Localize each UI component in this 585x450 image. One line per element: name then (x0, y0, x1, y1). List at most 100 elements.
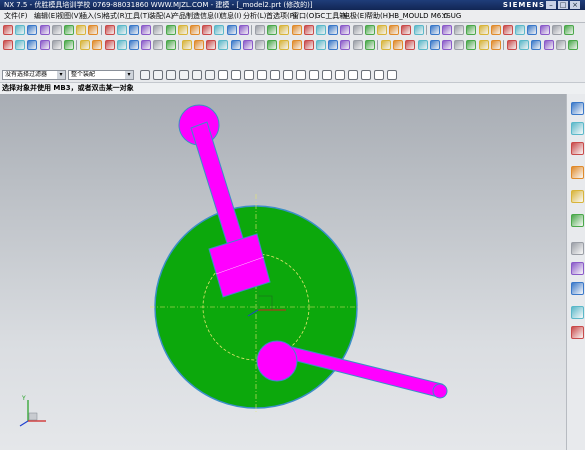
toolbar-tool-icon[interactable] (454, 25, 465, 35)
toolbar-tool-icon[interactable] (429, 40, 440, 50)
toolbar-tool-icon[interactable] (442, 40, 452, 50)
toolbar-tool-icon[interactable] (417, 40, 428, 50)
toolbar-tool-icon[interactable] (352, 25, 363, 35)
snap-point-icon[interactable] (257, 70, 267, 80)
toolbar-tool-icon[interactable] (177, 25, 188, 35)
resource-tab-icon[interactable] (571, 326, 584, 339)
toolbar-tool-icon[interactable] (202, 25, 213, 35)
snap-point-icon[interactable] (296, 70, 306, 80)
snap-point-icon[interactable] (361, 70, 371, 80)
toolbar-tool-icon[interactable] (3, 40, 13, 50)
menu-ysug[interactable]: YSUG (442, 10, 461, 22)
toolbar-tool-icon[interactable] (116, 40, 127, 50)
toolbar-tool-icon[interactable] (568, 40, 578, 50)
toolbar-tool-icon[interactable] (303, 25, 314, 35)
toolbar-tool-icon[interactable] (88, 25, 99, 35)
snap-point-icon[interactable] (205, 70, 215, 80)
toolbar-tool-icon[interactable] (442, 25, 452, 35)
resource-tab-icon[interactable] (571, 306, 584, 319)
toolbar-tool-icon[interactable] (328, 40, 339, 50)
selection-scope-select[interactable]: 整个装配 ▾ (68, 70, 134, 80)
toolbar-tool-icon[interactable] (466, 40, 477, 50)
toolbar-tool-icon[interactable] (92, 40, 103, 50)
toolbar-tool-icon[interactable] (393, 40, 404, 50)
toolbar-tool-icon[interactable] (153, 25, 164, 35)
toolbar-tool-icon[interactable] (238, 25, 249, 35)
toolbar-tool-icon[interactable] (515, 25, 526, 35)
toolbar-tool-icon[interactable] (76, 25, 87, 35)
toolbar-tool-icon[interactable] (364, 25, 375, 35)
toolbar-tool-icon[interactable] (303, 40, 314, 50)
toolbar-tool-icon[interactable] (230, 40, 241, 50)
snap-point-icon[interactable] (166, 70, 176, 80)
maximize-icon[interactable]: □ (558, 1, 568, 9)
resource-tab-icon[interactable] (571, 282, 584, 295)
toolbar-tool-icon[interactable] (381, 40, 391, 50)
toolbar-tool-icon[interactable] (401, 25, 412, 35)
close-icon[interactable]: × (570, 1, 580, 9)
toolbar-tool-icon[interactable] (507, 40, 517, 50)
toolbar-tool-icon[interactable] (104, 40, 115, 50)
graphics-window[interactable]: Y (0, 94, 566, 450)
snap-point-icon[interactable] (322, 70, 332, 80)
toolbar-tool-icon[interactable] (129, 25, 139, 35)
resource-tab-icon[interactable] (571, 102, 584, 115)
toolbar-tool-icon[interactable] (340, 40, 351, 50)
toolbar-tool-icon[interactable] (328, 25, 339, 35)
toolbar-tool-icon[interactable] (519, 40, 530, 50)
toolbar-tool-icon[interactable] (141, 40, 152, 50)
toolbar-tool-icon[interactable] (291, 25, 302, 35)
toolbar-tool-icon[interactable] (564, 25, 574, 35)
lower-arm-end-boss[interactable] (256, 340, 298, 382)
toolbar-tool-icon[interactable] (64, 40, 74, 50)
toolbar-tool-icon[interactable] (39, 25, 50, 35)
type-filter-select[interactable]: 没有选择过滤器 ▾ (2, 70, 66, 80)
toolbar-tool-icon[interactable] (267, 40, 278, 50)
toolbar-tool-icon[interactable] (255, 40, 265, 50)
toolbar-tool-icon[interactable] (242, 40, 253, 50)
toolbar-tool-icon[interactable] (165, 40, 176, 50)
snap-point-icon[interactable] (387, 70, 397, 80)
toolbar-tool-icon[interactable] (226, 25, 237, 35)
toolbar-tool-icon[interactable] (551, 25, 562, 35)
resource-tab-icon[interactable] (571, 122, 584, 135)
toolbar-tool-icon[interactable] (15, 25, 26, 35)
snap-point-icon[interactable] (218, 70, 228, 80)
menu-tools[interactable]: 工具(T) (126, 10, 150, 22)
toolbar-tool-icon[interactable] (454, 40, 465, 50)
snap-point-icon[interactable] (231, 70, 241, 80)
snap-point-icon[interactable] (374, 70, 384, 80)
menu-edit[interactable]: 编辑(E) (34, 10, 58, 22)
toolbar-tool-icon[interactable] (389, 25, 400, 35)
menu-hb-mould[interactable]: HB_MOULD M6.0 (389, 10, 448, 22)
snap-point-icon[interactable] (192, 70, 202, 80)
resource-tab-icon[interactable] (571, 190, 584, 203)
snap-point-icon[interactable] (140, 70, 150, 80)
toolbar-tool-icon[interactable] (490, 25, 501, 35)
snap-point-icon[interactable] (179, 70, 189, 80)
toolbar-tool-icon[interactable] (316, 40, 326, 50)
toolbar-tool-icon[interactable] (478, 25, 489, 35)
toolbar-tool-icon[interactable] (116, 25, 127, 35)
menu-window[interactable]: 窗口(O) (292, 10, 317, 22)
toolbar-tool-icon[interactable] (15, 40, 26, 50)
toolbar-tool-icon[interactable] (413, 25, 424, 35)
toolbar-tool-icon[interactable] (316, 25, 326, 35)
menu-assembly[interactable]: 装配(A) (149, 10, 173, 22)
snap-point-icon[interactable] (270, 70, 280, 80)
menu-view[interactable]: 视图(V) (57, 10, 81, 22)
toolbar-tool-icon[interactable] (429, 25, 440, 35)
menu-info[interactable]: 信息(I) (220, 10, 242, 22)
toolbar-tool-icon[interactable] (527, 25, 538, 35)
snap-point-icon[interactable] (244, 70, 254, 80)
toolbar-tool-icon[interactable] (80, 40, 91, 50)
toolbar-tool-icon[interactable] (206, 40, 217, 50)
snap-point-icon[interactable] (283, 70, 293, 80)
resource-tab-icon[interactable] (571, 242, 584, 255)
toolbar-tool-icon[interactable] (340, 25, 351, 35)
toolbar-tool-icon[interactable] (279, 25, 290, 35)
snap-point-icon[interactable] (348, 70, 358, 80)
toolbar-tool-icon[interactable] (104, 25, 115, 35)
toolbar-tool-icon[interactable] (153, 40, 164, 50)
resource-tab-icon[interactable] (571, 166, 584, 179)
